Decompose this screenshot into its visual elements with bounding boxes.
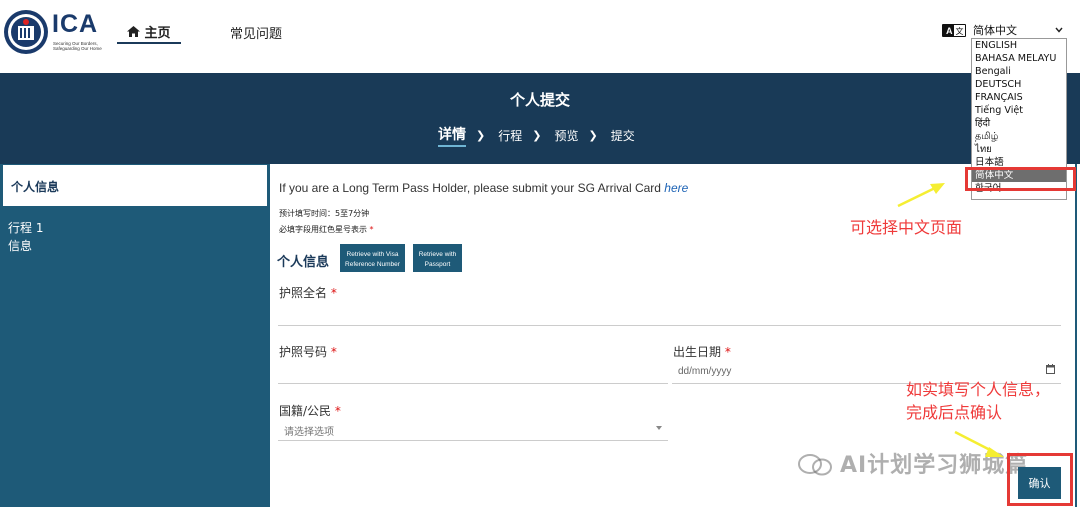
- page-root: ICA Securing Our Borders, Safeguarding O…: [0, 0, 1080, 507]
- svg-text:文: 文: [956, 26, 964, 36]
- top-bar: ICA Securing Our Borders, Safeguarding O…: [0, 0, 1080, 200]
- logo-text: ICA: [52, 10, 99, 38]
- annotation-fill-line: 如实填写个人信息，: [906, 380, 1051, 399]
- chevron-right-icon: ❯: [476, 128, 486, 142]
- language-select-value: 简体中文: [973, 24, 1017, 37]
- calendar-icon[interactable]: [1046, 364, 1055, 374]
- sidebar-item-label: 信息: [8, 239, 33, 253]
- required-asterisk: *: [724, 345, 731, 359]
- language-option[interactable]: DEUTSCH: [972, 78, 1066, 91]
- language-option[interactable]: ENGLISH: [972, 39, 1066, 52]
- passport-number-label: 护照号码 *: [279, 343, 337, 360]
- nationality-label: 国籍/公民 *: [279, 402, 341, 419]
- home-icon: [127, 25, 141, 37]
- dob-label-text: 出生日期: [673, 345, 722, 359]
- annotation-language: 可选择中文页面: [850, 218, 963, 237]
- logo-tagline: Safeguarding Our Home: [53, 46, 102, 51]
- retrieve-passport-button[interactable]: Retrieve with Passport: [413, 244, 462, 272]
- button-label: Reference Number: [345, 261, 400, 268]
- annotation-box-language: [965, 167, 1076, 191]
- annotation-box-confirm: [1007, 453, 1073, 506]
- nationality-label-text: 国籍/公民: [279, 404, 332, 418]
- required-asterisk: *: [369, 225, 374, 234]
- watermark: AI计划学习狮城篇: [840, 453, 1029, 478]
- nav-faq[interactable]: 常见问题: [230, 23, 282, 42]
- button-label: Passport: [424, 261, 451, 268]
- chevron-right-icon: ❯: [532, 128, 542, 142]
- passport-number-label-text: 护照号码: [279, 345, 328, 359]
- step-details[interactable]: 详情: [438, 124, 466, 147]
- required-asterisk: *: [330, 345, 337, 359]
- stepper: 详情 ❯ 行程 ❯ 预览 ❯ 提交: [438, 124, 635, 147]
- step-submit[interactable]: 提交: [611, 127, 635, 144]
- fullname-label-text: 护照全名: [279, 286, 328, 300]
- language-option[interactable]: Bengali: [972, 65, 1066, 78]
- required-asterisk: *: [334, 404, 341, 418]
- page-title: 个人提交: [509, 91, 570, 109]
- retrieve-visa-button[interactable]: Retrieve with Visa Reference Number: [340, 244, 405, 272]
- caret-down-icon: [656, 426, 662, 430]
- step-preview[interactable]: 预览: [554, 127, 578, 144]
- page-banner: 个人提交 详情 ❯ 行程 ❯ 预览 ❯ 提交: [0, 73, 1080, 164]
- sidebar-item-trip[interactable]: 行程 1 信息: [8, 219, 43, 255]
- section-title: 个人信息: [277, 255, 330, 270]
- language-option[interactable]: हिंदी: [972, 117, 1066, 130]
- nav-home-label: 主页: [144, 25, 171, 41]
- ltp-here-link[interactable]: here: [664, 181, 688, 195]
- sidebar-item-label: 行程 1: [8, 221, 44, 235]
- panel-border: [1075, 164, 1077, 507]
- ltp-notice: If you are a Long Term Pass Holder, plea…: [279, 181, 688, 195]
- required-asterisk: *: [330, 286, 337, 300]
- button-label: Retrieve with Visa: [346, 251, 399, 258]
- language-option[interactable]: ไทย: [972, 143, 1066, 156]
- required-note-text: 必填字段用红色星号表示: [279, 225, 367, 234]
- ltp-notice-text: If you are a Long Term Pass Holder, plea…: [279, 181, 665, 195]
- dob-label: 出生日期 *: [673, 343, 731, 360]
- passport-number-input[interactable]: [278, 383, 668, 384]
- fullname-input[interactable]: [278, 325, 1061, 326]
- wechat-icon: [798, 454, 832, 476]
- language-option[interactable]: FRANÇAIS: [972, 91, 1066, 104]
- language-option[interactable]: BAHASA MELAYU: [972, 52, 1066, 65]
- sidebar-item-personal-info[interactable]: 个人信息: [3, 165, 267, 206]
- fullname-label: 护照全名 *: [279, 284, 337, 301]
- nationality-select[interactable]: [278, 440, 668, 441]
- chevron-down-icon: [1055, 27, 1063, 33]
- dob-placeholder: dd/mm/yyyy: [678, 366, 732, 377]
- button-label: Retrieve with: [418, 251, 457, 258]
- svg-text:A: A: [946, 26, 953, 36]
- language-option[interactable]: Tiếng Việt: [972, 104, 1066, 117]
- annotation-fill-line: 完成后点确认: [906, 403, 1003, 422]
- estimated-time: 预计填写时间：5至7分钟: [279, 209, 370, 218]
- chevron-right-icon: ❯: [588, 128, 598, 142]
- nationality-placeholder: 请选择选项: [284, 427, 334, 438]
- nav-home[interactable]: 主页: [117, 20, 181, 44]
- language-select[interactable]: 简体中文: [970, 22, 1066, 38]
- annotation-fill: 如实填写个人信息， 完成后点确认: [906, 378, 1080, 424]
- required-note: 必填字段用红色星号表示 *: [279, 224, 374, 235]
- translate-icon: A 文: [942, 24, 966, 37]
- step-trip[interactable]: 行程: [498, 127, 522, 144]
- sidebar: 个人信息 行程 1 信息: [0, 164, 270, 507]
- language-option[interactable]: தமிழ்: [972, 130, 1066, 143]
